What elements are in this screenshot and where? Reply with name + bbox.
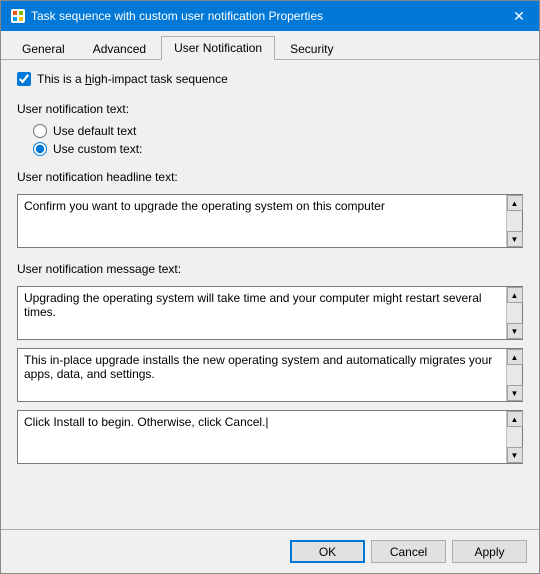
- message2-textarea-wrapper: ▲ ▼: [17, 348, 523, 402]
- high-impact-row: This is a high-impact task sequence: [17, 72, 523, 86]
- msg1-scroll-up[interactable]: ▲: [507, 287, 523, 303]
- title-bar-left: Task sequence with custom user notificat…: [11, 9, 323, 23]
- message3-textarea[interactable]: [18, 411, 506, 463]
- radio-default-label: Use default text: [53, 124, 136, 138]
- radio-custom-label: Use custom text:: [53, 142, 142, 156]
- tab-content: This is a high-impact task sequence User…: [1, 60, 539, 529]
- headline-scroll-up[interactable]: ▲: [507, 195, 523, 211]
- tab-security[interactable]: Security: [277, 36, 346, 60]
- message3-textarea-wrapper: ▲ ▼: [17, 410, 523, 464]
- title-bar: Task sequence with custom user notificat…: [1, 1, 539, 31]
- message1-textarea-wrapper: ▲ ▼: [17, 286, 523, 340]
- headline-scrollbar: ▲ ▼: [506, 195, 522, 247]
- tab-advanced[interactable]: Advanced: [80, 36, 159, 60]
- close-button[interactable]: ✕: [509, 6, 529, 26]
- tab-general[interactable]: General: [9, 36, 78, 60]
- message2-scrollbar: ▲ ▼: [506, 349, 522, 401]
- dialog-footer: OK Cancel Apply: [1, 529, 539, 573]
- message1-textarea[interactable]: [18, 287, 506, 339]
- dialog-window: Task sequence with custom user notificat…: [0, 0, 540, 574]
- msg3-scroll-down[interactable]: ▼: [507, 447, 523, 463]
- apply-button[interactable]: Apply: [452, 540, 527, 563]
- high-impact-label: This is a high-impact task sequence: [37, 72, 228, 86]
- headline-textarea-wrapper: ▲ ▼: [17, 194, 523, 248]
- msg2-scroll-track: [507, 365, 522, 385]
- msg2-scroll-down[interactable]: ▼: [507, 385, 523, 401]
- message2-textarea[interactable]: [18, 349, 506, 401]
- radio-custom[interactable]: [33, 142, 47, 156]
- tabs-bar: General Advanced User Notification Secur…: [1, 31, 539, 60]
- msg1-scroll-down[interactable]: ▼: [507, 323, 523, 339]
- tab-user-notification[interactable]: User Notification: [161, 36, 275, 60]
- message3-scrollbar: ▲ ▼: [506, 411, 522, 463]
- dialog-title: Task sequence with custom user notificat…: [31, 9, 323, 23]
- headline-scroll-track: [507, 211, 522, 231]
- radio-default-row: Use default text: [33, 124, 523, 138]
- radio-custom-row: Use custom text:: [33, 142, 523, 156]
- ok-button[interactable]: OK: [290, 540, 365, 563]
- headline-scroll-down[interactable]: ▼: [507, 231, 523, 247]
- msg3-scroll-up[interactable]: ▲: [507, 411, 523, 427]
- notification-text-section-label: User notification text:: [17, 102, 523, 116]
- headline-textarea[interactable]: [18, 195, 506, 247]
- radio-group: Use default text Use custom text:: [17, 124, 523, 156]
- radio-default[interactable]: [33, 124, 47, 138]
- headline-label: User notification headline text:: [17, 170, 523, 184]
- cancel-button[interactable]: Cancel: [371, 540, 446, 563]
- message1-scrollbar: ▲ ▼: [506, 287, 522, 339]
- msg3-scroll-track: [507, 427, 522, 447]
- message-label: User notification message text:: [17, 262, 523, 276]
- app-icon: [11, 9, 25, 23]
- high-impact-checkbox[interactable]: [17, 72, 31, 86]
- msg1-scroll-track: [507, 303, 522, 323]
- msg2-scroll-up[interactable]: ▲: [507, 349, 523, 365]
